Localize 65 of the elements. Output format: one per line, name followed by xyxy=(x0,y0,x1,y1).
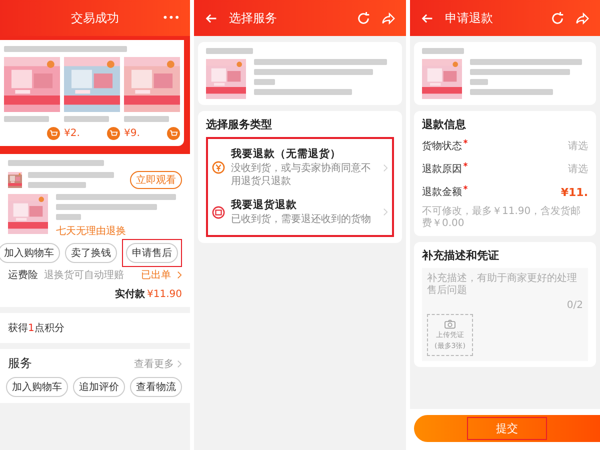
char-counter: 0/2 xyxy=(566,300,583,311)
return-policy: 七天无理由退换 xyxy=(56,224,127,238)
refresh-icon[interactable] xyxy=(550,10,565,26)
screen-title: 申请退款 xyxy=(445,10,494,26)
section-title: 服务 xyxy=(8,355,32,372)
highlight-frame: 提交 xyxy=(467,417,547,440)
insurance-status-link[interactable]: 已出单 xyxy=(141,268,171,282)
camera-icon xyxy=(444,319,456,329)
screen-title: 选择服务 xyxy=(229,10,278,26)
chevron-icon xyxy=(177,360,182,368)
chevron-icon xyxy=(383,164,388,172)
order-action-button[interactable]: 卖了换钱 xyxy=(65,243,117,263)
box-return-icon xyxy=(212,206,225,219)
redacted-bar xyxy=(254,79,275,85)
price: ¥9. xyxy=(124,128,140,138)
select-field[interactable]: 请选 xyxy=(568,139,588,153)
redacted-bar xyxy=(4,116,49,122)
yen-coin-icon xyxy=(212,161,225,174)
paid-amount: ¥11.90 xyxy=(147,289,182,300)
section-heading: 选择服务类型 xyxy=(206,117,273,132)
amount-note: 不可修改，最多￥11.90，含发货邮费￥0.00 xyxy=(422,206,582,230)
cart-icon[interactable] xyxy=(47,126,60,140)
order-action-button[interactable]: 加入购物车 xyxy=(0,243,60,263)
share-icon[interactable] xyxy=(381,10,396,26)
section-heading: 补充描述和凭证 xyxy=(422,248,500,263)
redacted-bar xyxy=(56,214,82,220)
insurance-text: 退换货可自动理赔 xyxy=(44,268,125,282)
placeholder-text: 补充描述，有助于商家更好的处理售后问题 xyxy=(427,273,578,297)
watch-button[interactable]: 立即观看 xyxy=(130,171,182,189)
points-text: 获得1点积分 xyxy=(8,322,66,335)
redacted-bar xyxy=(206,48,253,54)
cart-icon[interactable] xyxy=(107,126,120,140)
cart-icon[interactable] xyxy=(167,126,180,140)
order-action-button[interactable]: 查看物流 xyxy=(130,377,182,397)
chevron-icon xyxy=(383,208,388,216)
field-label: 退款金额 xyxy=(422,186,462,199)
submit-button[interactable]: 提交 xyxy=(414,415,600,442)
option-title: 我要退货退款 xyxy=(231,198,298,212)
section-heading: 退款信息 xyxy=(422,117,467,132)
field-label: 退款原因 xyxy=(422,162,462,176)
service-option[interactable]: 我要退货退款 已收到货，需要退还收到的货物 xyxy=(212,198,388,226)
redacted-bar xyxy=(470,79,488,85)
see-more-link[interactable]: 查看更多 xyxy=(134,356,174,370)
redacted-bar xyxy=(64,116,109,122)
service-option[interactable]: 我要退款（无需退货） 没收到货，或与卖家协商同意不用退货只退款 xyxy=(212,147,388,188)
order-action-button[interactable]: 追加评价 xyxy=(73,377,125,397)
redacted-bar xyxy=(124,116,169,122)
redacted-bar xyxy=(422,48,464,54)
price: ¥2. xyxy=(64,128,80,138)
option-description: 没收到货，或与卖家协商同意不用退货只退款 xyxy=(231,163,372,188)
insurance-label: 运费险 xyxy=(8,268,38,282)
screen-title: 交易成功 xyxy=(71,10,119,26)
order-action-button[interactable]: 加入购物车 xyxy=(6,377,68,397)
option-description: 已收到货，需要退还收到的货物 xyxy=(231,214,372,226)
chevron-icon xyxy=(177,271,182,279)
more-icon[interactable]: ••• xyxy=(162,12,180,24)
share-icon[interactable] xyxy=(575,10,590,26)
refund-amount: ¥11. xyxy=(560,186,588,198)
option-title: 我要退款（无需退货） xyxy=(231,147,342,161)
select-field[interactable]: 请选 xyxy=(568,162,588,176)
order-action-button[interactable]: 申请售后 xyxy=(126,243,178,263)
refresh-icon[interactable] xyxy=(356,10,371,26)
field-label: 货物状态 xyxy=(422,140,462,153)
paid-label: 实付款 xyxy=(115,287,145,301)
redacted-bar xyxy=(28,182,86,188)
